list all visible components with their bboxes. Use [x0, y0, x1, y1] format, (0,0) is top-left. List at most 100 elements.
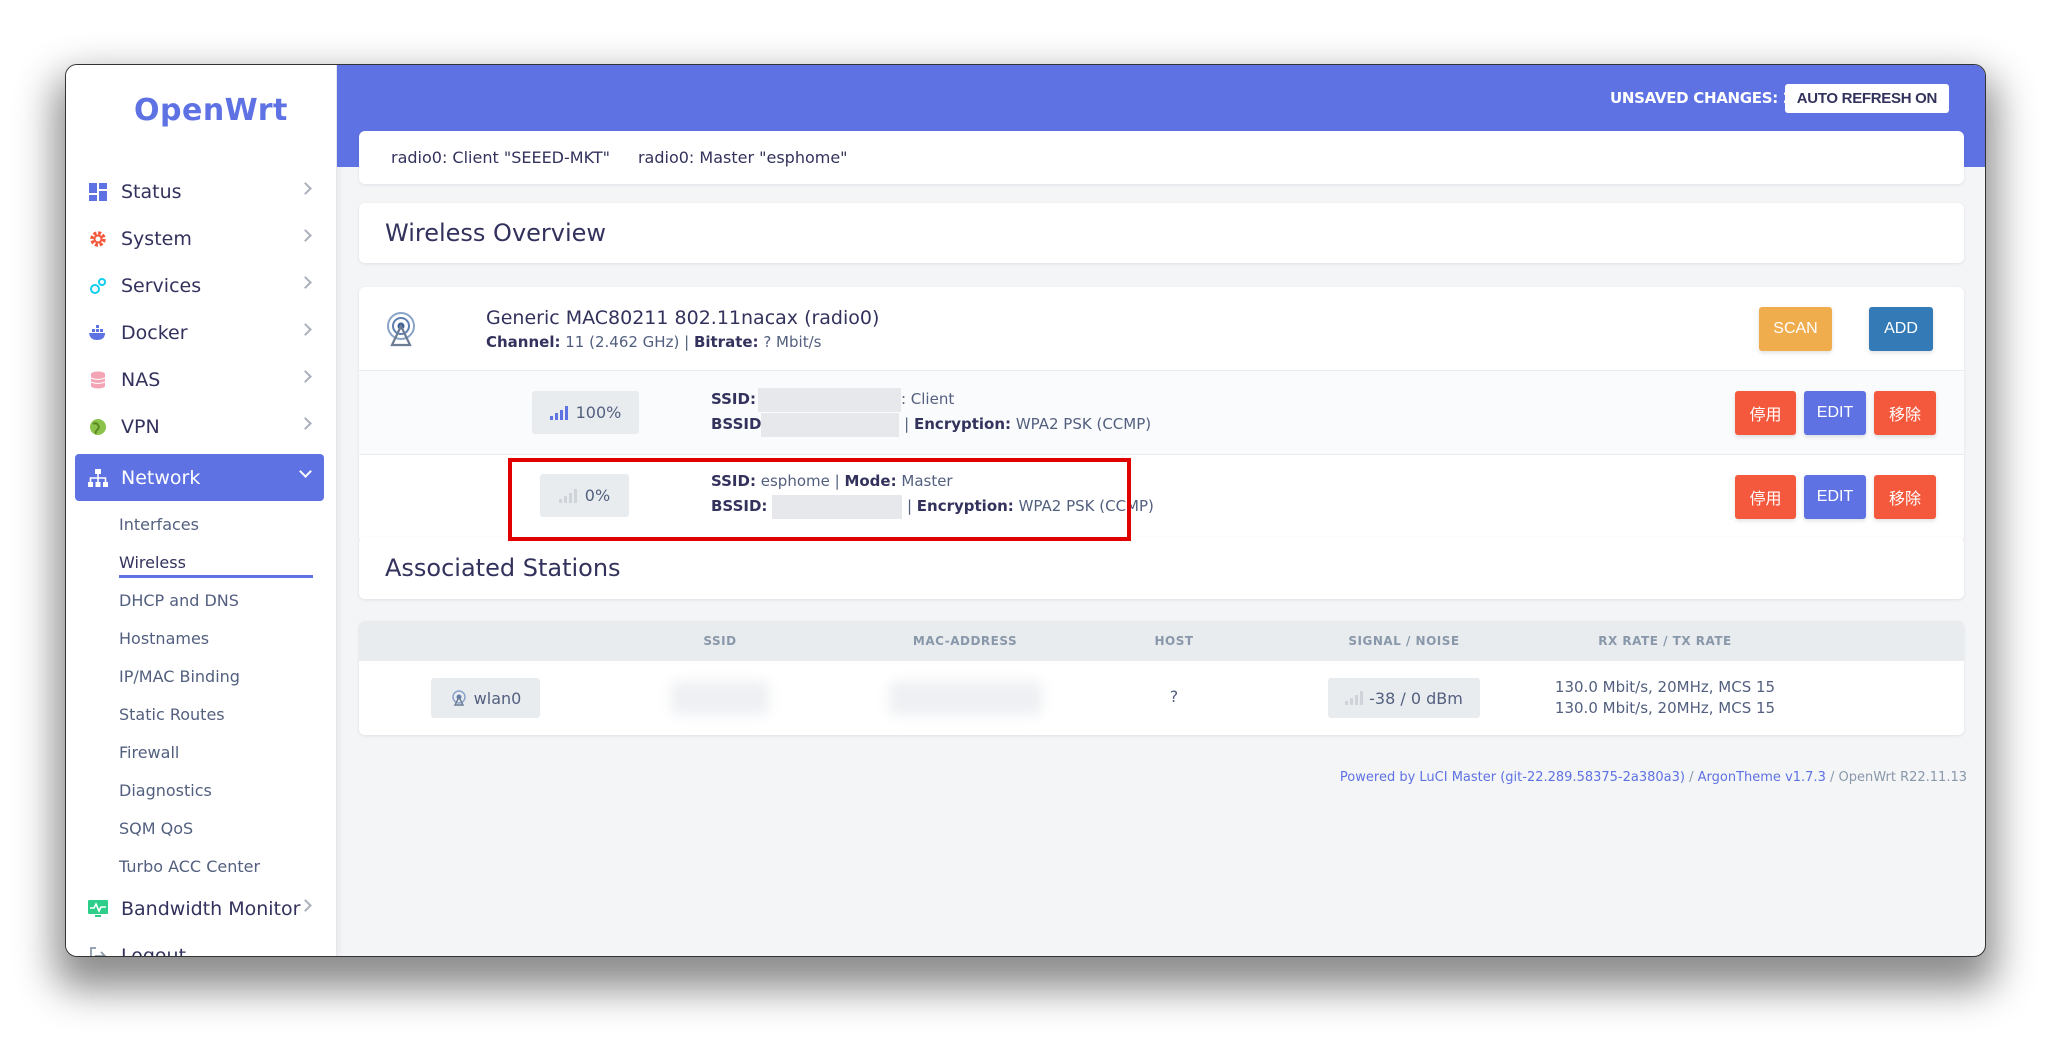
theme-link[interactable]: ArgonTheme v1.7.3 — [1698, 770, 1826, 785]
encryption-value: WPA2 PSK (CCMP) — [1015, 415, 1152, 433]
rx-rate: 130.0 Mbit/s, 20MHz, MCS 15 — [1554, 678, 1776, 696]
sidebar-subitem-hostnames[interactable]: Hostnames — [119, 619, 324, 657]
sidebar-item-label: NAS — [121, 368, 161, 391]
column-header-signal-noise: SIGNAL / NOISE — [1348, 634, 1460, 648]
bitrate-label: Bitrate: — [693, 333, 759, 351]
sidebar-item-logout[interactable]: Logout — [75, 932, 324, 956]
encryption-label: Encryption: — [914, 415, 1012, 433]
signal-noise-value: -38 / 0 dBm — [1369, 688, 1463, 708]
stations-title: Associated Stations — [359, 537, 1964, 599]
sidebar-item-label: Bandwidth Monitor — [121, 897, 301, 920]
signal-percent: 100% — [575, 403, 622, 422]
sidebar-item-network[interactable]: Network — [75, 454, 324, 501]
remove-button[interactable]: 移除 — [1874, 391, 1936, 435]
auto-refresh-button[interactable]: AUTO REFRESH ON — [1784, 84, 1949, 113]
dashboard-icon — [87, 181, 109, 203]
sidebar-subitem-ip-mac-binding[interactable]: IP/MAC Binding — [119, 657, 324, 695]
sidebar-subitem-wireless[interactable]: Wireless — [119, 543, 324, 581]
sidebar-item-label: Status — [121, 180, 182, 203]
row-actions: 停用 EDIT 移除 — [1735, 475, 1936, 519]
add-button[interactable]: ADD — [1869, 307, 1933, 351]
logout-icon — [87, 945, 109, 956]
chevron-right-icon — [299, 323, 312, 336]
tab-radio0-master[interactable]: radio0: Master "esphome" — [638, 148, 848, 167]
mode-text: : Client — [900, 390, 955, 408]
sidebar-subitem-dhcp-dns[interactable]: DHCP and DNS — [119, 581, 324, 619]
sidebar-subitem-interfaces[interactable]: Interfaces — [119, 505, 324, 543]
ssid-label: SSID: — [711, 390, 756, 408]
sidebar-subitem-static-routes[interactable]: Static Routes — [119, 695, 324, 733]
version-text: OpenWrt R22.11.13 — [1838, 770, 1968, 785]
redacted-bssid — [761, 412, 900, 437]
wireless-tower-icon — [383, 311, 419, 347]
sidebar-subitem-diagnostics[interactable]: Diagnostics — [119, 771, 324, 809]
brand-logo[interactable]: OpenWrt — [134, 93, 288, 128]
channel-label: Channel: — [486, 333, 561, 351]
chevron-right-icon — [299, 370, 312, 383]
highlight-box — [508, 458, 1131, 541]
luci-link[interactable]: Powered by LuCI Master (git-22.289.58375… — [1340, 770, 1685, 785]
sidebar-subitem-turbo-acc[interactable]: Turbo ACC Center — [119, 847, 324, 885]
sidebar: OpenWrt Status System Services Docker NA… — [66, 65, 337, 956]
network-info: SSID:: Client BSSID | Encryption: WPA2 P… — [711, 387, 1151, 437]
sidebar-menu: Status System Services Docker NAS VPN Ne… — [75, 168, 324, 956]
bitrate-value: ? Mbit/s — [763, 333, 822, 351]
rates-cell: 130.0 Mbit/s, 20MHz, MCS 15 130.0 Mbit/s… — [1555, 677, 1775, 719]
sidebar-subitem-sqm-qos[interactable]: SQM QoS — [119, 809, 324, 847]
chevron-right-icon — [299, 182, 312, 195]
signal-noise-badge: -38 / 0 dBm — [1328, 678, 1480, 718]
footer-separator: / — [1825, 770, 1839, 785]
chevron-down-icon — [299, 465, 312, 478]
table-header: SSID MAC-ADDRESS HOST SIGNAL / NOISE RX … — [359, 621, 1964, 661]
interface-badge[interactable]: wlan0 — [431, 678, 540, 718]
docker-icon — [87, 322, 109, 344]
sidebar-item-label: VPN — [121, 415, 160, 438]
redacted-mac — [889, 681, 1042, 715]
scan-button[interactable]: SCAN — [1759, 307, 1832, 351]
tab-radio0-client[interactable]: radio0: Client "SEEED-MKT" — [391, 148, 610, 167]
bssid-label: BSSID — [711, 415, 762, 433]
column-header-ssid: SSID — [703, 634, 737, 648]
edit-button[interactable]: EDIT — [1804, 475, 1866, 519]
radio-title: Generic MAC80211 802.11nacax (radio0) — [486, 307, 880, 329]
table-row: wlan0 ? -38 / 0 dBm 130.0 Mbit/s, 20MHz,… — [359, 661, 1964, 735]
sidebar-item-label: Services — [121, 274, 202, 297]
row-actions: 停用 EDIT 移除 — [1735, 391, 1936, 435]
chevron-right-icon — [299, 229, 312, 242]
section-tabs: radio0: Client "SEEED-MKT" radio0: Maste… — [359, 131, 1964, 184]
monitor-icon — [87, 898, 109, 920]
sidebar-subitem-firewall[interactable]: Firewall — [119, 733, 324, 771]
edit-button[interactable]: EDIT — [1804, 391, 1866, 435]
tx-rate: 130.0 Mbit/s, 20MHz, MCS 15 — [1554, 699, 1776, 717]
disable-button[interactable]: 停用 — [1735, 391, 1796, 435]
sidebar-item-system[interactable]: System — [75, 215, 324, 262]
remove-button[interactable]: 移除 — [1874, 475, 1936, 519]
interface-name: wlan0 — [473, 688, 522, 708]
signal-strength-icon — [549, 405, 568, 420]
host-value: ? — [1169, 687, 1179, 706]
column-header-host: HOST — [1154, 634, 1194, 648]
network-row-client: 100% SSID:: Client BSSID | Encryption: W… — [359, 371, 1964, 455]
redacted-ssid — [671, 681, 769, 715]
sidebar-item-status[interactable]: Status — [75, 168, 324, 215]
sitemap-icon — [87, 467, 109, 489]
sidebar-item-label: Network — [121, 466, 201, 489]
column-header-rates: RX RATE / TX RATE — [1598, 634, 1732, 648]
sidebar-item-nas[interactable]: NAS — [75, 356, 324, 403]
disable-button[interactable]: 停用 — [1735, 475, 1796, 519]
chevron-right-icon — [299, 417, 312, 430]
wireless-icon — [451, 690, 466, 706]
sidebar-item-label: System — [121, 227, 192, 250]
sidebar-item-bandwidth-monitor[interactable]: Bandwidth Monitor — [75, 885, 324, 932]
network-submenu: Interfaces Wireless DHCP and DNS Hostnam… — [75, 505, 324, 885]
signal-badge: 100% — [532, 391, 639, 434]
radio-details: Channel: 11 (2.462 GHz) | Bitrate: ? Mbi… — [486, 333, 821, 351]
globe-icon — [87, 416, 109, 438]
footer: Powered by LuCI Master (git-22.289.58375… — [1340, 770, 1967, 785]
unsaved-changes-link[interactable]: UNSAVED CHANGES: 2 — [1610, 89, 1793, 107]
cogs-icon — [87, 275, 109, 297]
sidebar-item-docker[interactable]: Docker — [75, 309, 324, 356]
chevron-right-icon — [299, 276, 312, 289]
sidebar-item-vpn[interactable]: VPN — [75, 403, 324, 450]
sidebar-item-services[interactable]: Services — [75, 262, 324, 309]
